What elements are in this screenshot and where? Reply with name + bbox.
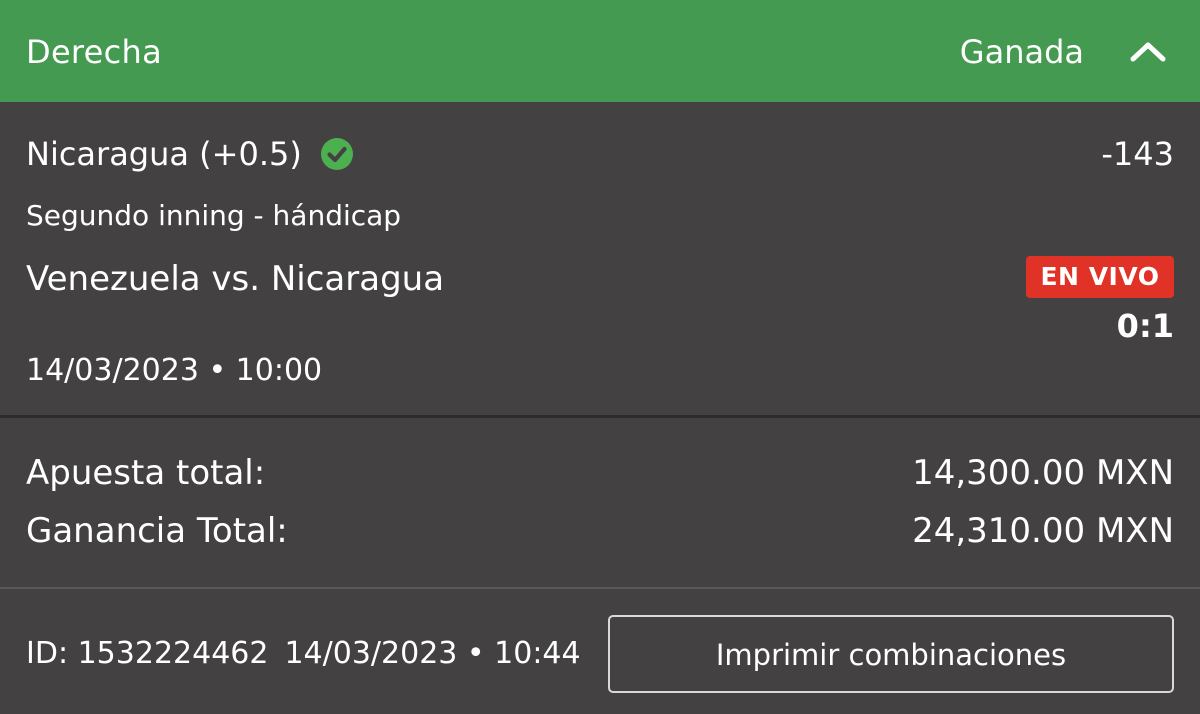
live-badge: EN VIVO (1026, 256, 1174, 298)
bet-id: ID: 1532224462 (26, 636, 269, 671)
selection-name: Nicaragua (+0.5) (26, 135, 302, 173)
divider (0, 415, 1200, 418)
print-combinations-button[interactable]: Imprimir combinaciones (608, 615, 1174, 693)
selection-odds: -143 (1101, 135, 1174, 173)
event-name: Venezuela vs. Nicaragua (26, 259, 445, 299)
winnings-value: 24,310.00 MXN (912, 511, 1174, 551)
bet-placed-datetime: 14/03/2023 • 10:44 (284, 636, 581, 671)
check-circle-icon (320, 137, 354, 171)
selection-row: Nicaragua (+0.5) (26, 134, 354, 174)
bet-info: ID: 1532224462 14/03/2023 • 10:44 (26, 634, 581, 674)
live-score: 0:1 (1116, 307, 1174, 345)
market-name: Segundo inning - hándicap (26, 199, 402, 232)
stake-label: Apuesta total: (26, 453, 266, 493)
bet-header[interactable]: Derecha Ganada (0, 0, 1200, 102)
chevron-up-icon[interactable] (1128, 34, 1168, 68)
stake-value: 14,300.00 MXN (912, 453, 1174, 493)
divider (0, 587, 1200, 589)
bet-status: Ganada (959, 33, 1084, 71)
winnings-label: Ganancia Total: (26, 511, 288, 551)
event-datetime: 14/03/2023 • 10:00 (26, 353, 323, 388)
bet-type-title: Derecha (26, 33, 163, 71)
